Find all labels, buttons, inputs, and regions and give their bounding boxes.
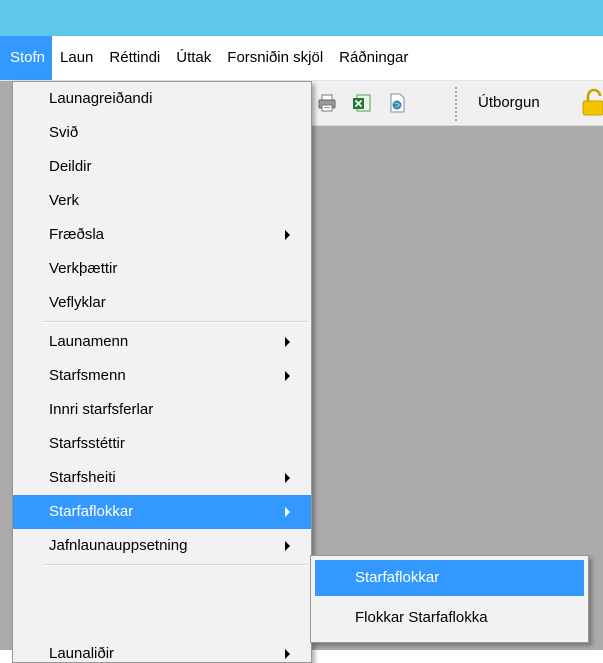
menu-item-launamenn[interactable]: Launamenn [13, 325, 311, 359]
submenu-arrow-icon [285, 371, 290, 381]
toolbar-separator [455, 87, 457, 121]
menu-laun[interactable]: Laun [52, 36, 101, 80]
menu-item-starfsstettir[interactable]: Starfsstéttir [13, 427, 311, 461]
menu-item-verk[interactable]: Verk [13, 184, 311, 218]
menu-bar: Stofn Laun Réttindi Úttak Forsniðin skjö… [0, 36, 603, 81]
utborgun-label[interactable]: Útborgun [478, 81, 540, 125]
submenu-item-starfaflokkar[interactable]: Starfaflokkar [315, 560, 584, 596]
submenu-arrow-icon [285, 230, 290, 240]
menu-item-starfaflokkar[interactable]: Starfaflokkar [13, 495, 311, 529]
menu-forsnidin-skjol[interactable]: Forsniðin skjöl [219, 36, 331, 80]
menu-item-svid[interactable]: Svið [13, 116, 311, 150]
starfaflokkar-submenu: Starfaflokkar Flokkar Starfaflokka [310, 555, 589, 643]
lock-icon[interactable] [582, 88, 603, 116]
submenu-arrow-icon [285, 649, 290, 659]
menu-separator [43, 564, 307, 566]
excel-export-icon[interactable] [352, 93, 372, 113]
menu-stofn[interactable]: Stofn [0, 36, 53, 80]
menu-rettindi[interactable]: Réttindi [101, 36, 168, 80]
stofn-dropdown-menu: Launagreiðandi Svið Deildir Verk Fræðsla… [12, 81, 312, 663]
submenu-arrow-icon [285, 473, 290, 483]
menu-item-launagreidandi[interactable]: Launagreiðandi [13, 82, 311, 116]
menu-item-starfsheiti[interactable]: Starfsheiti [13, 461, 311, 495]
menu-item-verkthaettir[interactable]: Verkþættir [13, 252, 311, 286]
submenu-item-flokkar-starfaflokka[interactable]: Flokkar Starfaflokka [315, 600, 584, 636]
submenu-arrow-icon [285, 541, 290, 551]
submenu-arrow-icon [285, 337, 290, 347]
menu-item-veflyklar[interactable]: Veflyklar [13, 286, 311, 320]
menu-item-innri-starfsferlar[interactable]: Innri starfsferlar [13, 393, 311, 427]
submenu-arrow-icon [285, 507, 290, 517]
title-bar [0, 0, 603, 36]
menu-uttak[interactable]: Úttak [168, 36, 219, 80]
menu-radningar[interactable]: Ráðningar [331, 36, 416, 80]
menu-item-deildir[interactable]: Deildir [13, 150, 311, 184]
web-document-icon[interactable] [387, 93, 407, 113]
menu-item-fraedsla[interactable]: Fræðsla [13, 218, 311, 252]
printer-icon[interactable] [317, 93, 337, 113]
menu-item-jafnlaunauppsetning[interactable]: Jafnlaunauppsetning [13, 529, 311, 563]
toolbar: Útborgun [312, 81, 603, 126]
menu-separator [43, 321, 307, 323]
menu-item-starfsmenn[interactable]: Starfsmenn [13, 359, 311, 393]
menu-item-launalidir[interactable]: Launaliðir [13, 637, 311, 662]
